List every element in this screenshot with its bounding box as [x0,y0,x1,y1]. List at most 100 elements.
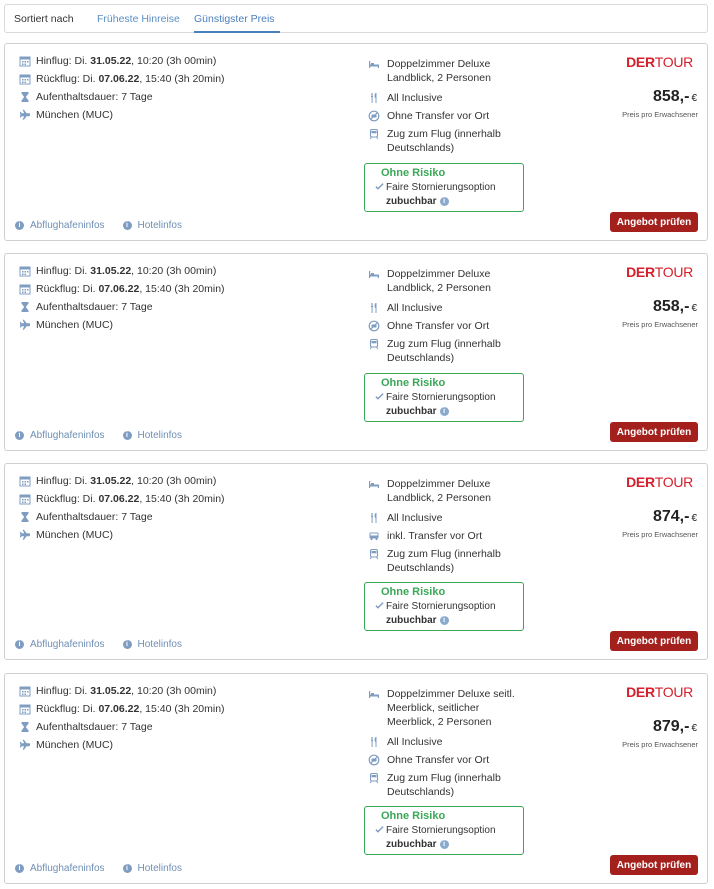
calendar-icon [19,685,31,697]
airport-info-link-text: Abflughafeninfos [30,639,105,650]
info-icon[interactable]: i [439,407,449,416]
outbound-flight-text: Hinflug: Di. 31.05.22, 10:20 (3h 00min) [36,685,216,697]
checkmark-icon [375,392,384,404]
stay-duration-stay: Aufenthaltsdauer: 7 Tage [36,511,153,523]
cancellation-option-box[interactable]: Ohne Risiko Faire Stornierungsoption zubuc… [364,806,524,855]
departure-airport: München (MUC) [19,107,113,123]
info-icon[interactable]: i [439,616,449,625]
price-note: Preis pro Erwachsener [622,110,698,119]
dertour-logo: DERTOUR [626,54,693,70]
cancellation-option-box[interactable]: Ohne Risiko Faire Stornierungsoption zubuc… [364,582,524,631]
price-value: 874,- [652,508,690,525]
risk-title: Ohne Risiko [381,810,446,822]
info-links: i Abflughafeninfos i Hotelinfos [15,639,200,650]
train-icon [368,338,380,350]
info-icon: i [15,431,24,440]
return-flight-text: Rückflug: Di. 07.06.22, 15:40 (3h 20min) [36,283,225,295]
stay-duration: Aufenthaltsdauer: 7 Tage [19,509,153,525]
price-currency: € [691,303,697,314]
outbound-flight: Hinflug: Di. 31.05.22, 10:20 (3h 00min) [19,53,216,69]
return-flight-return-date: 07.06.22 [98,493,140,505]
price-value: 879,- [652,718,690,735]
cutlery-icon [368,512,380,524]
price: 874,- € [653,508,697,526]
transfer-info: Ohne Transfer vor Ort [368,319,517,333]
logo-tour: TOUR [654,684,694,700]
check-offer-button[interactable]: Angebot prüfen [610,855,698,875]
offer-card: Hinflug: Di. 31.05.22, 10:20 (3h 00min) R… [4,673,708,884]
airport-info-link[interactable]: i Abflughafeninfos [15,220,105,231]
hotel-info-link[interactable]: i Hotelinfos [122,639,182,650]
cutlery-icon [368,92,380,104]
hourglass-icon [19,511,31,523]
return-flight-return-rest: , 15:40 (3h 20min) [139,493,225,505]
check-offer-button[interactable]: Angebot prüfen [610,422,698,442]
sort-label: Sortiert nach [14,13,74,25]
board-type: All Inclusive [368,735,517,749]
sort-option-earliest[interactable]: Früheste Hinreise [97,13,180,25]
cancellation-option-box[interactable]: Ohne Risiko Faire Stornierungsoption zubuc… [364,163,524,212]
hotel-info-link[interactable]: i Hotelinfos [122,430,182,441]
sort-option-cheapest[interactable]: Günstigster Preis [194,13,275,25]
no-transfer-icon [368,320,380,332]
return-flight-return-date: 07.06.22 [98,703,140,715]
info-icon: i [15,640,24,649]
plane-icon [19,319,31,331]
train-info: Zug zum Flug (innerhalb Deutschlands) [368,337,517,365]
outbound-flight-outbound-date: 31.05.22 [90,685,132,697]
info-icon: i [122,431,132,440]
risk-title: Ohne Risiko [381,167,446,179]
risk-title: Ohne Risiko [381,377,446,389]
logo-der: DER [626,684,655,700]
stay-duration-stay: Aufenthaltsdauer: 7 Tage [36,721,153,733]
price-note: Preis pro Erwachsener [622,530,698,539]
calendar-icon [19,73,31,85]
calendar-icon [19,703,31,715]
check-offer-button[interactable]: Angebot prüfen [610,631,698,651]
risk-addon-text: zubuchbar [386,615,437,626]
risk-addon-text: zubuchbar [386,406,437,417]
stay-duration-text: Aufenthaltsdauer: 7 Tage [36,721,153,733]
logo-tour: TOUR [654,474,694,490]
price: 879,- € [653,718,697,736]
hourglass-icon [19,301,31,313]
calendar-icon [19,55,31,67]
info-icon[interactable]: i [439,197,449,206]
outbound-flight-outbound-label: Hinflug: Di. [36,265,88,277]
airport-info-link[interactable]: i Abflughafeninfos [15,863,105,874]
stay-duration: Aufenthaltsdauer: 7 Tage [19,89,153,105]
train-info-text: Zug zum Flug (innerhalb Deutschlands) [387,772,501,798]
airport-info-link[interactable]: i Abflughafeninfos [15,430,105,441]
calendar-icon [19,283,31,295]
hotel-info-link[interactable]: i Hotelinfos [122,220,182,231]
plane-icon [19,739,31,751]
sort-bar: Sortiert nach Früheste Hinreise Günstigs… [4,4,708,33]
hotel-info-link[interactable]: i Hotelinfos [122,863,182,874]
check-offer-button[interactable]: Angebot prüfen [610,212,698,232]
dertour-logo: DERTOUR [626,474,693,490]
info-icon[interactable]: i [439,840,449,849]
transfer-info: Ohne Transfer vor Ort [368,109,517,123]
airport-info-link-text: Abflughafeninfos [30,863,105,874]
outbound-flight-outbound-label: Hinflug: Di. [36,685,88,697]
risk-addon: zubuchbar i [386,196,449,207]
cancellation-option-box[interactable]: Ohne Risiko Faire Stornierungsoption zubuc… [364,373,524,422]
risk-option-text: Faire Stornierungsoption [386,392,496,403]
price-note: Preis pro Erwachsener [622,320,698,329]
airport-info-link-text: Abflughafeninfos [30,220,105,231]
return-flight: Rückflug: Di. 07.06.22, 15:40 (3h 20min) [19,701,225,717]
train-info-text: Zug zum Flug (innerhalb Deutschlands) [387,338,501,364]
airport-info-link[interactable]: i Abflughafeninfos [15,639,105,650]
room-type: Doppelzimmer Deluxe Landblick, 2 Persone… [368,477,517,505]
info-icon: i [15,221,24,230]
price-currency: € [691,93,697,104]
logo-tour: TOUR [654,54,694,70]
hotel-info-link-text: Hotelinfos [137,863,182,874]
transfer-info-text: Ohne Transfer vor Ort [387,110,490,122]
logo-der: DER [626,474,655,490]
price-note: Preis pro Erwachsener [622,740,698,749]
outbound-flight-outbound-label: Hinflug: Di. [36,55,88,67]
logo-der: DER [626,264,655,280]
transfer-info-text: Ohne Transfer vor Ort [387,754,490,766]
train-icon [368,772,380,784]
